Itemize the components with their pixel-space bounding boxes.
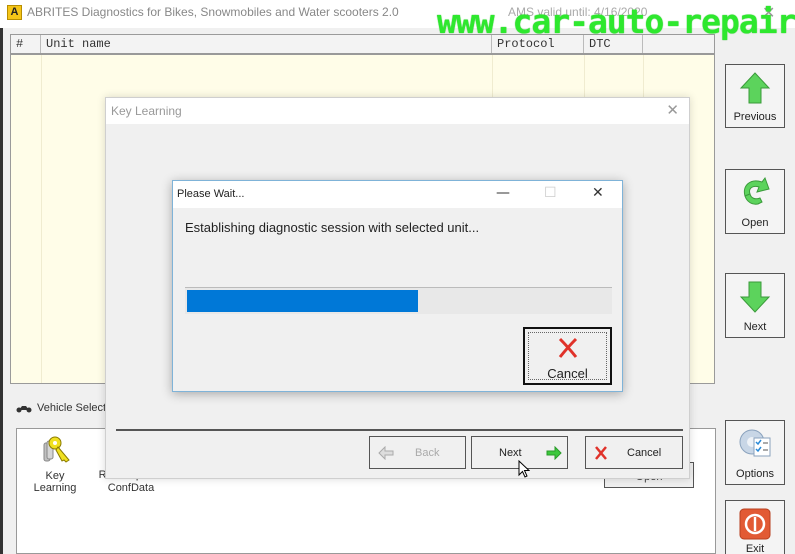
previous-label: Previous <box>733 111 777 123</box>
watermark-text: www.car-auto-repair.com <box>437 2 795 41</box>
please-wait-cancel-button[interactable]: Cancel <box>523 327 612 385</box>
app-logo-icon: A <box>7 5 22 20</box>
back-label: Back <box>415 447 440 459</box>
options-label: Options <box>736 468 774 480</box>
wizard-title: Key Learning <box>111 104 182 118</box>
cancel-x-icon <box>558 337 578 358</box>
function-key-learning[interactable]: Key Learning <box>23 433 87 494</box>
arrow-down-icon <box>739 281 771 313</box>
exit-button[interactable]: Exit <box>725 500 785 554</box>
motorcycle-icon <box>16 406 32 413</box>
keys-icon <box>43 436 70 463</box>
back-arrow-icon <box>378 446 394 460</box>
cancel-x-icon <box>595 446 607 460</box>
wizard-title-bar: Key Learning ✕ <box>106 98 689 124</box>
open-button[interactable]: Open <box>725 169 785 234</box>
please-wait-title-bar: Please Wait... — ☐ ✕ <box>173 181 622 208</box>
please-wait-close-button[interactable]: ✕ <box>592 185 604 201</box>
progress-bar-fill <box>187 290 418 312</box>
next-arrow-icon <box>546 446 562 460</box>
mouse-cursor-icon <box>518 460 530 478</box>
progress-bar <box>185 287 612 314</box>
please-wait-title: Please Wait... <box>177 188 245 200</box>
previous-button[interactable]: Previous <box>725 64 785 128</box>
please-wait-dialog: Please Wait... — ☐ ✕ Establishing diagno… <box>172 180 623 392</box>
wizard-separator <box>116 429 683 431</box>
options-button[interactable]: Options <box>725 420 785 485</box>
column-header-number[interactable]: # <box>11 35 41 53</box>
grid-column-line <box>41 55 42 383</box>
redo-arrow-icon <box>743 176 770 205</box>
window-left-edge-inner <box>3 28 8 554</box>
key-learning-label: Key Learning <box>33 470 77 494</box>
wizard-back-button[interactable]: Back <box>369 436 466 469</box>
window-title: ABRITES Diagnostics for Bikes, Snowmobil… <box>27 5 399 19</box>
next-label: Next <box>499 447 522 459</box>
next-label: Next <box>743 321 767 333</box>
next-button[interactable]: Next <box>725 273 785 338</box>
wizard-close-button[interactable]: ✕ <box>666 101 679 119</box>
arrow-up-icon <box>739 72 771 104</box>
column-header-unit-name[interactable]: Unit name <box>41 35 492 53</box>
maximize-button: ☐ <box>544 185 557 201</box>
cancel-label: Cancel <box>547 366 588 381</box>
cancel-label: Cancel <box>627 447 662 459</box>
power-icon <box>739 508 771 540</box>
exit-label: Exit <box>745 543 765 554</box>
status-message: Establishing diagnostic session with sel… <box>185 220 480 235</box>
open-label: Open <box>741 217 769 229</box>
wizard-cancel-button[interactable]: Cancel <box>585 436 683 469</box>
minimize-button[interactable]: — <box>496 185 510 201</box>
options-gear-checklist-icon <box>739 429 771 457</box>
